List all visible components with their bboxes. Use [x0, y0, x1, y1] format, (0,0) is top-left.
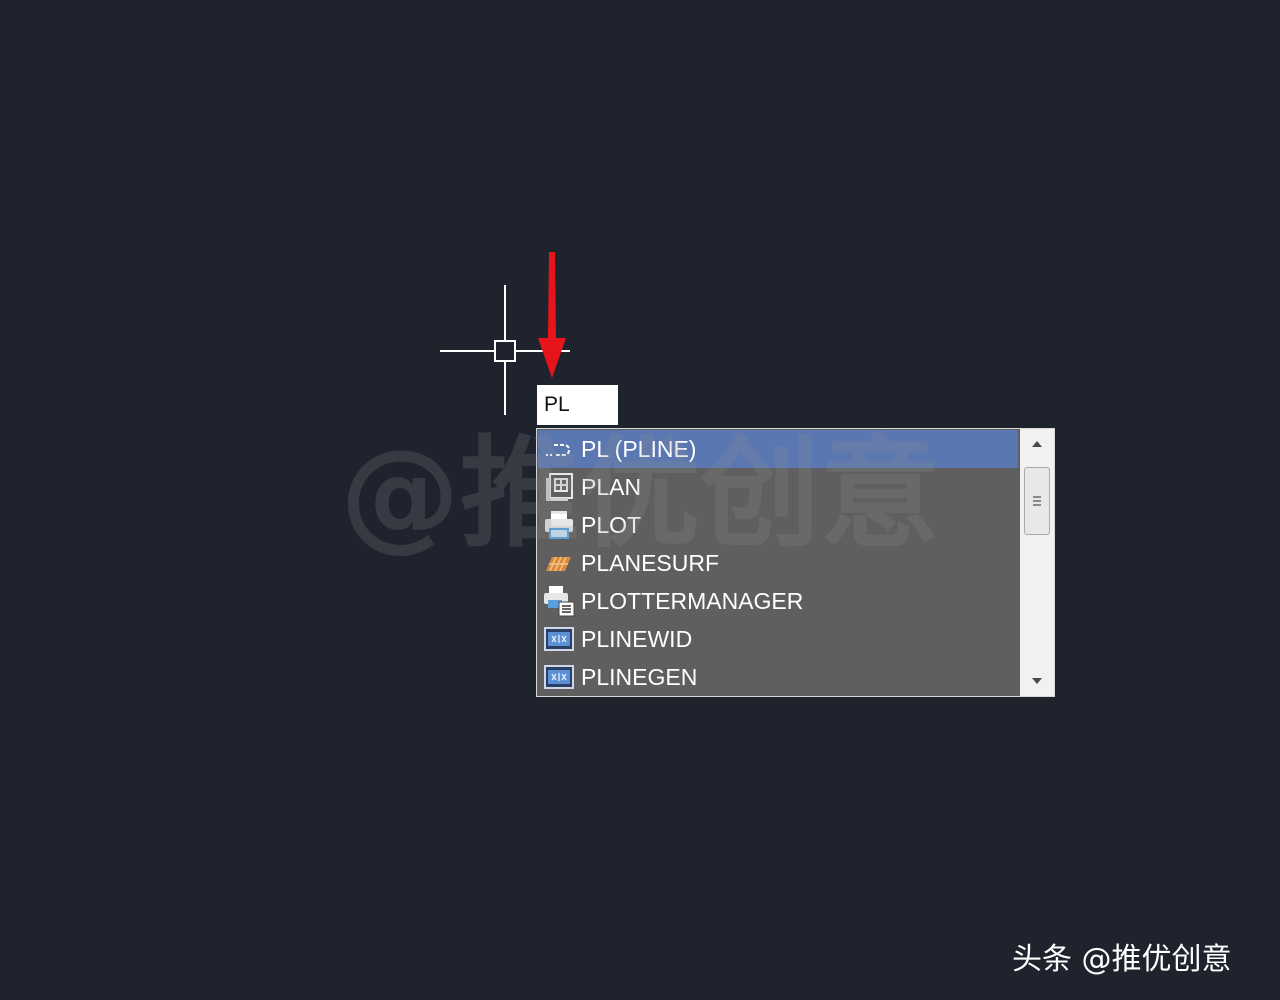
- crosshair-pickbox: [494, 340, 516, 362]
- list-item-plinewid[interactable]: PLINEWID: [538, 620, 1018, 658]
- chevron-up-icon: [1032, 441, 1042, 447]
- printer-icon: [545, 511, 573, 539]
- drawing-canvas[interactable]: PL (PLINE) PLAN PLO: [0, 0, 1280, 1000]
- list-item-label: PLINEWID: [581, 625, 693, 652]
- list-item-label: PL (PLINE): [581, 435, 697, 462]
- list-item-pline[interactable]: PL (PLINE): [538, 430, 1018, 468]
- command-input[interactable]: [537, 385, 618, 425]
- scroll-down-button[interactable]: [1020, 666, 1054, 696]
- polyline-icon: [546, 444, 571, 456]
- system-variable-icon: [544, 627, 574, 651]
- plan-icon: [546, 473, 573, 501]
- chevron-down-icon: [1032, 678, 1042, 684]
- red-arrow-icon: [538, 252, 566, 378]
- scroll-up-button[interactable]: [1020, 429, 1054, 459]
- list-item-label: PLANESURF: [581, 549, 720, 576]
- list-scrollbar[interactable]: [1020, 429, 1054, 696]
- list-item-label: PLOTTERMANAGER: [581, 587, 804, 614]
- list-item-label: PLINEGEN: [581, 663, 698, 690]
- system-variable-icon: [544, 665, 574, 689]
- list-item-label: PLAN: [581, 473, 642, 500]
- list-item-planesurf[interactable]: PLANESURF: [538, 544, 1018, 582]
- list-item-plottermanager[interactable]: PLOTTERMANAGER: [538, 582, 1018, 620]
- credit-text: 头条 @推优创意: [1012, 942, 1232, 977]
- planar-surface-icon: [546, 556, 571, 572]
- command-autocomplete-list: PL (PLINE) PLAN PLOT PLANESURF PLOTTERMA…: [536, 428, 1055, 697]
- plotter-manager-icon: [544, 586, 575, 617]
- list-item-plot[interactable]: PLOT: [538, 506, 1018, 544]
- scrollbar-thumb[interactable]: [1024, 467, 1050, 535]
- list-item-plinegen[interactable]: PLINEGEN: [538, 658, 1018, 696]
- grip-icon: [1033, 496, 1041, 506]
- list-item-label: PLOT: [581, 511, 642, 538]
- list-item-plan[interactable]: PLAN: [538, 468, 1018, 506]
